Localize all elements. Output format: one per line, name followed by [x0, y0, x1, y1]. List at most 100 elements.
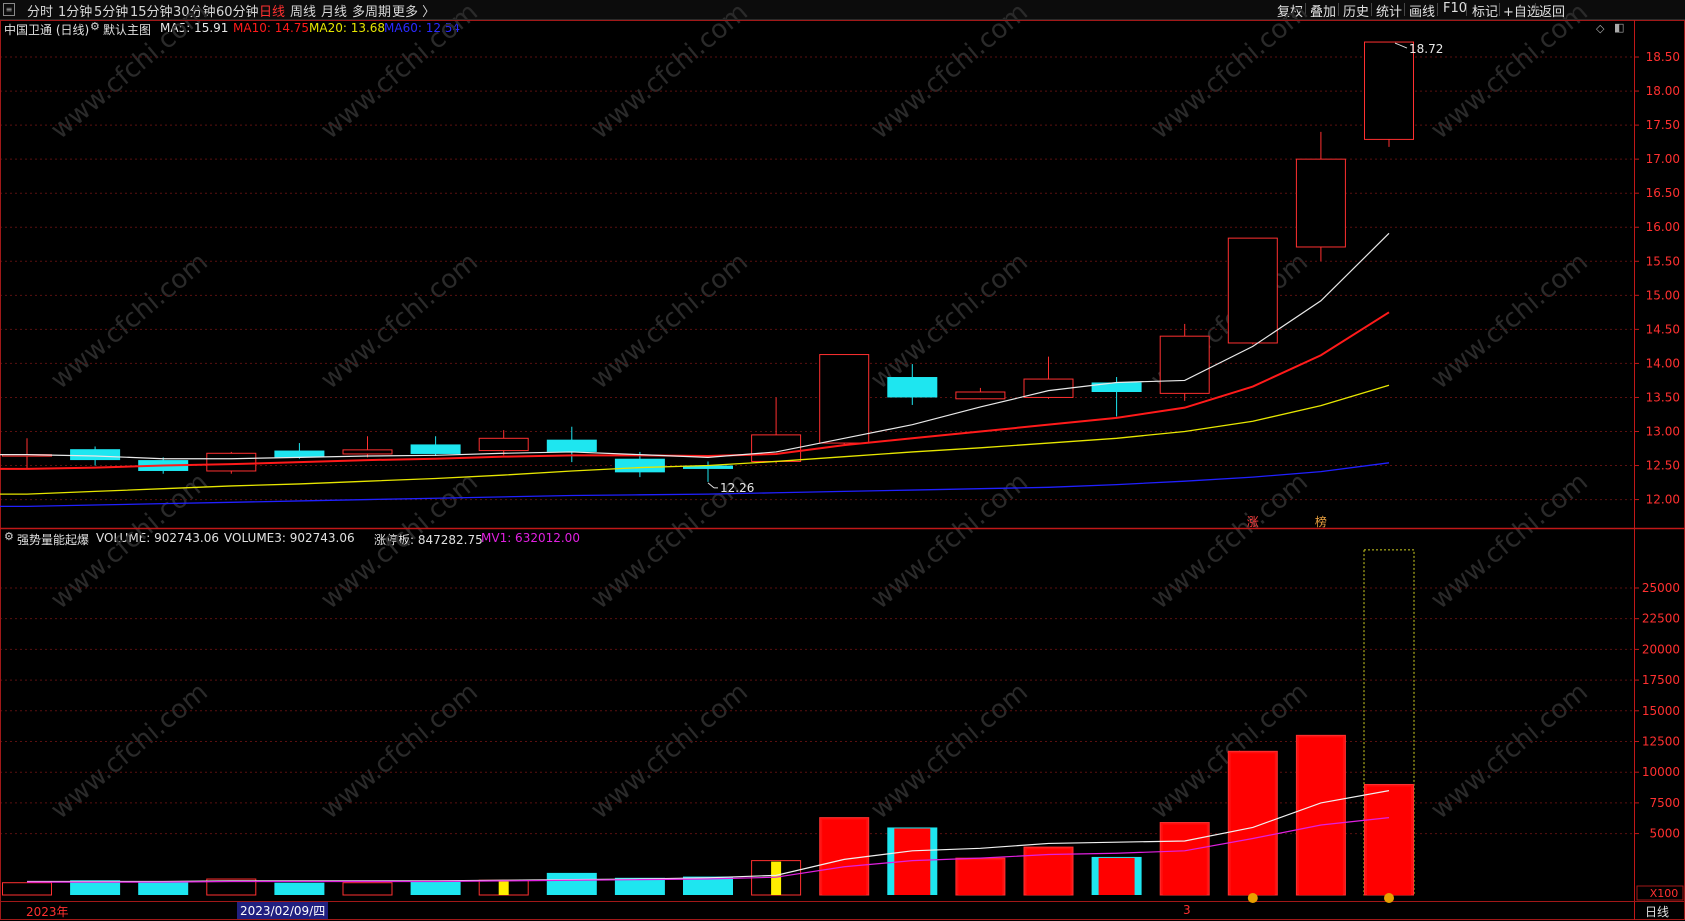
diamond-icon[interactable]: ◇	[1596, 22, 1604, 35]
volume-bar-fill	[1026, 849, 1071, 895]
candle-body	[819, 354, 870, 444]
volume-indicator-name[interactable]: 强势量能起爆	[17, 531, 89, 548]
f10-button[interactable]: F10	[1443, 1, 1467, 16]
price-axis-label: 18.00	[1646, 84, 1680, 98]
volume-ma-line	[27, 790, 1390, 883]
tab-multi-period[interactable]: 多周期	[352, 1, 391, 20]
volume-bar-marker	[771, 861, 782, 895]
volume-axis-label: 17500	[1642, 673, 1680, 687]
volume-bar-inner	[894, 828, 931, 895]
candle-body	[546, 439, 597, 452]
watermark-text: www.cfchi.com	[585, 0, 754, 145]
watermark-text: www.cfchi.com	[865, 467, 1034, 615]
back-button[interactable]: 返回	[1539, 1, 1565, 20]
ma20-line	[0, 384, 1390, 495]
volume-bar-fill	[958, 860, 1003, 895]
candle-body	[342, 449, 393, 455]
volume-bar	[751, 860, 802, 896]
window-menu-icon[interactable]: ≡	[3, 3, 15, 16]
volume-axis-label: 25000	[1642, 581, 1680, 595]
chart-frame	[0, 20, 1685, 920]
volume-unit-label: X100	[1650, 887, 1679, 900]
dragon-tiger-marker: 榜	[1315, 514, 1327, 529]
watermark-text: www.cfchi.com	[1425, 467, 1594, 615]
volume-bar	[1091, 856, 1142, 895]
high-pointer	[1394, 42, 1408, 49]
volume-bar	[1023, 846, 1074, 896]
volume-bar-marker	[498, 881, 509, 895]
volume-bar-fill	[1367, 786, 1411, 895]
candle-body	[887, 377, 938, 398]
low-price-label: 12.26	[720, 481, 754, 495]
volume-bar	[1159, 822, 1210, 896]
ma10-value: MA10: 14.75	[233, 21, 310, 35]
price-axis-label: 15.00	[1646, 288, 1680, 302]
history-button[interactable]: 历史	[1343, 1, 1369, 20]
volume-settings-icon[interactable]: ⚙	[4, 530, 14, 543]
volume-bar	[70, 880, 121, 895]
volume-bar	[819, 817, 870, 896]
ma5-value: MA5: 15.91	[160, 21, 229, 35]
volume-bar	[683, 876, 733, 895]
ma60-line	[0, 462, 1390, 508]
sun-icon	[1247, 893, 1258, 903]
candle-body	[1159, 335, 1210, 394]
high-price-label: 18.72	[1409, 42, 1443, 56]
indicator-settings-icon[interactable]: ⚙	[90, 20, 100, 33]
overlay-button[interactable]: 叠加	[1310, 1, 1336, 20]
tab-60min[interactable]: 60分钟	[216, 1, 259, 20]
tab-30min[interactable]: 30分钟	[173, 1, 216, 20]
volume-bar	[887, 827, 938, 895]
candle-body	[1295, 158, 1346, 248]
tab-5min[interactable]: 5分钟	[94, 1, 128, 20]
stock-title: 中国卫通 (日线)	[4, 23, 90, 37]
tab-month[interactable]: 月线	[321, 1, 347, 20]
price-axis-label: 12.00	[1646, 493, 1680, 507]
ma20-value: MA20: 13.68	[309, 21, 386, 35]
candle-body	[614, 458, 665, 473]
volume-bar	[1295, 734, 1346, 896]
month-label: 3	[1183, 903, 1191, 917]
tab-fenshi[interactable]: 分时	[27, 1, 53, 20]
year-label: 2023年	[26, 905, 69, 919]
tab-more[interactable]: 更多 〉	[392, 1, 435, 20]
volume-bar-fill	[1162, 824, 1207, 895]
period-label[interactable]: 日线	[1645, 903, 1669, 920]
ma5-line	[0, 232, 1390, 460]
sun-icon	[1384, 893, 1394, 903]
volume-unit-box	[1636, 885, 1684, 901]
tab-1min[interactable]: 1分钟	[58, 1, 92, 20]
top-toolbar: ≡ 分时 1分钟 5分钟 15分钟 30分钟 60分钟 日线 周线 月线 多周期…	[0, 0, 1685, 20]
tab-week[interactable]: 周线	[290, 1, 316, 20]
volume-axis-label: 12500	[1642, 734, 1680, 748]
mark-button[interactable]: 标记	[1472, 1, 1498, 20]
candle-body	[751, 434, 802, 462]
price-axis-label: 14.50	[1646, 322, 1680, 336]
main-indicator-name[interactable]: 默认主图	[103, 21, 151, 38]
watermark-text: www.cfchi.com	[865, 677, 1034, 825]
watermark-text: www.cfchi.com	[45, 247, 214, 395]
watermark-text: www.cfchi.com	[865, 0, 1034, 145]
kline-chart[interactable]: www.cfchi.com www.cfchi.com www.cfchi.com w…	[0, 0, 1685, 921]
candle-body	[138, 460, 189, 471]
tab-15min[interactable]: 15分钟	[130, 1, 173, 20]
price-axis-label: 14.00	[1646, 356, 1680, 370]
volume-axis-label: 7500	[1649, 796, 1680, 810]
watermark-text: www.cfchi.com	[1145, 0, 1314, 145]
volume-bar	[342, 882, 393, 896]
volume-bar	[1227, 750, 1278, 896]
tab-day[interactable]: 日线	[259, 1, 285, 20]
draw-line-button[interactable]: 画线	[1409, 1, 1435, 20]
statistics-button[interactable]: 统计	[1376, 1, 1402, 20]
panel-toggle-icon[interactable]: ◧	[1614, 21, 1624, 34]
volume-bar	[478, 879, 529, 896]
price-axis-label: 17.00	[1646, 152, 1680, 166]
watermark-text: www.cfchi.com	[585, 677, 754, 825]
price-axis-label: 13.00	[1646, 424, 1680, 438]
fuquan-button[interactable]: 复权	[1277, 1, 1303, 20]
candle-body	[1023, 378, 1074, 398]
candle-body	[1364, 41, 1414, 140]
volume-axis-label: 10000	[1642, 765, 1680, 779]
candle-body	[206, 452, 257, 472]
candle-body	[1091, 382, 1142, 392]
